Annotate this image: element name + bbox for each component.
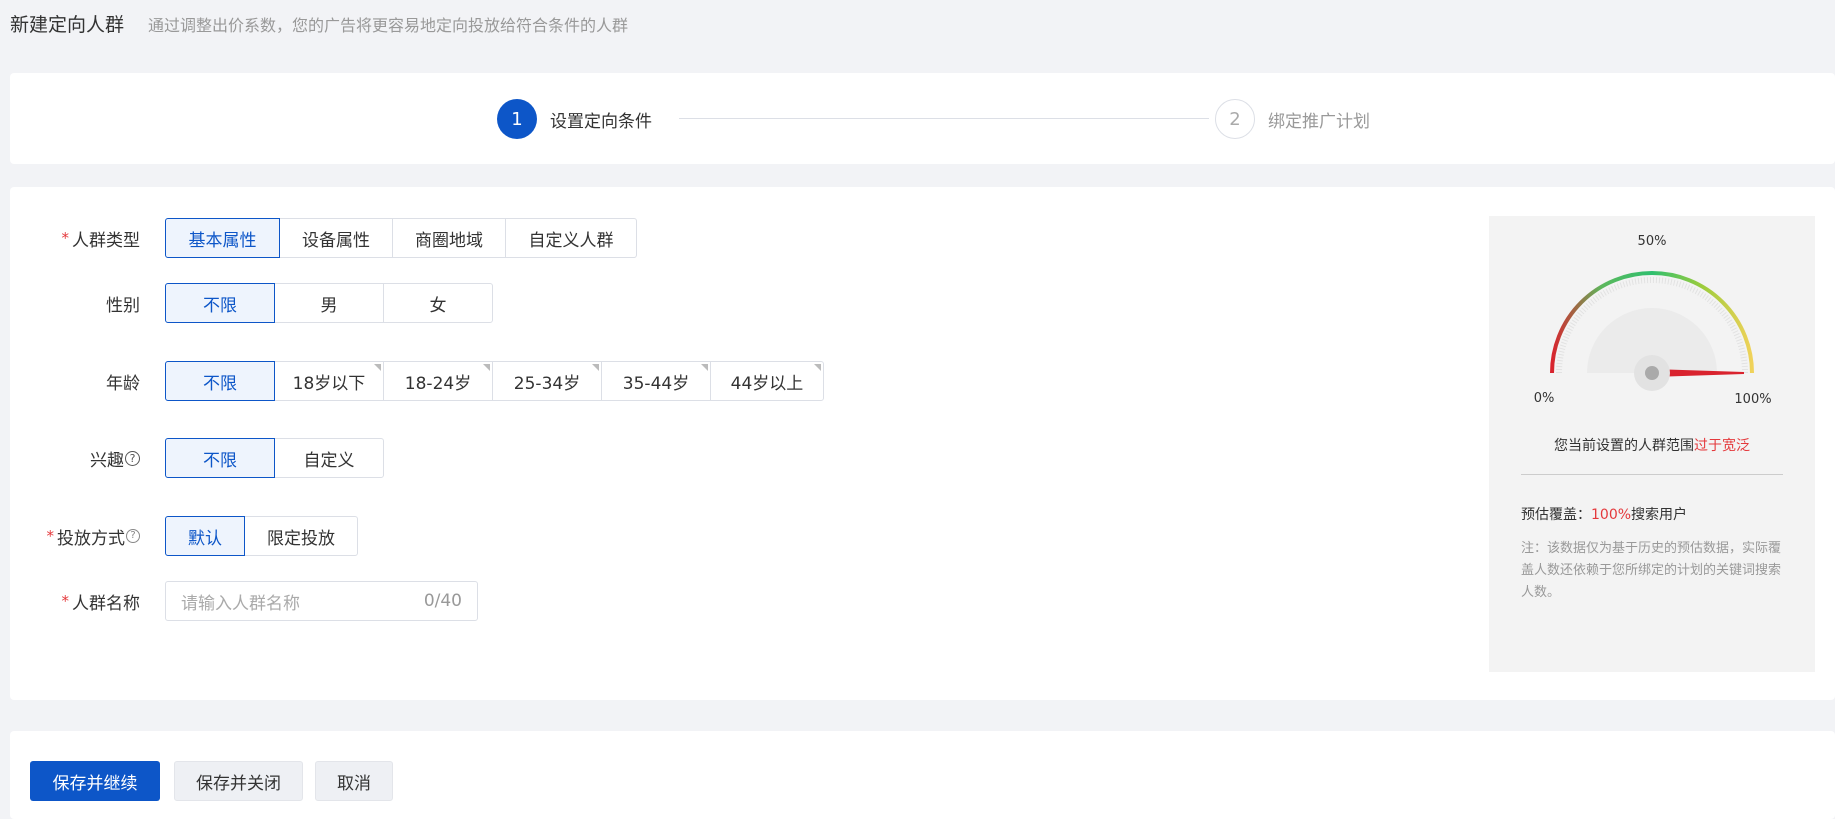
interest-label: 兴趣? [10, 446, 165, 471]
age-option-any[interactable]: 不限 [165, 361, 275, 401]
crowd-type-option-custom[interactable]: 自定义人群 [505, 218, 637, 258]
gender-label: 性别 [106, 295, 140, 316]
coverage-message: 您当前设置的人群范围过于宽泛 [1554, 438, 1750, 454]
save-continue-button[interactable]: 保存并继续 [30, 761, 160, 801]
coverage-gauge: 50% 0% 100% [1534, 234, 1772, 407]
age-label: 年龄 [106, 373, 140, 394]
name-label: * 人群名称 [61, 592, 141, 614]
corner-mark-icon [374, 364, 381, 371]
cancel-button[interactable]: 取消 [315, 761, 393, 801]
delivery-label: * 投放方式? [10, 524, 165, 549]
step-1-label: 设置定向条件 [550, 111, 652, 132]
panel-divider [1521, 474, 1783, 475]
interest-row: 兴趣? 不限 自定义 [10, 438, 384, 478]
action-bar: 保存并继续 保存并关闭 取消 [10, 731, 1835, 819]
step-connector-line [679, 118, 1209, 119]
delivery-option-default[interactable]: 默认 [165, 516, 245, 556]
crowd-type-options: 基本属性 设备属性 商圈地域 自定义人群 [165, 218, 637, 258]
gender-option-male[interactable]: 男 [274, 283, 384, 323]
gender-row: 性别 不限 男 女 [10, 283, 493, 323]
page-header: 新建定向人群 通过调整出价系数，您的广告将更容易地定向投放给符合条件的人群 [10, 10, 628, 36]
crowd-type-option-basic[interactable]: 基本属性 [165, 218, 280, 258]
corner-mark-icon [592, 364, 599, 371]
age-option-18-24[interactable]: 18-24岁 [383, 361, 493, 401]
interest-option-any[interactable]: 不限 [165, 438, 275, 478]
age-option-35-44[interactable]: 35-44岁 [601, 361, 711, 401]
coverage-panel: 50% 0% 100% 您当前设置的人群范围过于宽泛 预估覆盖：100%搜索用户… [1489, 216, 1815, 672]
gauge-mid-label: 50% [1638, 234, 1667, 249]
age-option-under-18[interactable]: 18岁以下 [274, 361, 384, 401]
crowd-type-option-region[interactable]: 商圈地域 [392, 218, 506, 258]
crowd-type-label: * 人群类型 [61, 229, 141, 251]
step-2-number: 2 [1215, 99, 1255, 139]
age-option-25-34[interactable]: 25-34岁 [492, 361, 602, 401]
crowd-name-input[interactable]: 请输入人群名称 0/40 [165, 581, 478, 621]
help-icon[interactable]: ? [125, 450, 140, 466]
step-1-number: 1 [497, 99, 537, 139]
help-icon[interactable]: ? [126, 529, 140, 543]
delivery-option-limited[interactable]: 限定投放 [244, 516, 358, 556]
name-row: * 人群名称 请输入人群名称 0/40 [10, 581, 478, 621]
coverage-percent: 100% [1591, 507, 1632, 523]
crowd-name-placeholder: 请输入人群名称 [181, 593, 300, 614]
crowd-type-row: * 人群类型 基本属性 设备属性 商圈地域 自定义人群 [10, 218, 637, 258]
gender-option-female[interactable]: 女 [383, 283, 493, 323]
gender-options: 不限 男 女 [165, 283, 493, 323]
gauge-hub-center [1645, 366, 1659, 380]
interest-option-custom[interactable]: 自定义 [274, 438, 384, 478]
age-option-over-44[interactable]: 44岁以上 [710, 361, 824, 401]
page-description: 通过调整出价系数，您的广告将更容易地定向投放给符合条件的人群 [148, 16, 629, 35]
page-title: 新建定向人群 [10, 14, 125, 36]
gauge-max-label: 100% [1734, 392, 1771, 407]
age-row: 年龄 不限 18岁以下 18-24岁 25-34岁 35-44岁 44岁以上 [10, 361, 824, 401]
coverage-warning: 过于宽泛 [1694, 438, 1750, 454]
step-1: 1 设置定向条件 [497, 99, 652, 139]
corner-mark-icon [701, 364, 708, 371]
crowd-type-option-device[interactable]: 设备属性 [279, 218, 393, 258]
gender-option-any[interactable]: 不限 [165, 283, 275, 323]
coverage-note: 注：该数据仅为基于历史的预估数据，实际覆盖人数还依赖于您所绑定的计划的关键词搜索… [1521, 541, 1782, 600]
interest-options: 不限 自定义 [165, 438, 384, 478]
delivery-row: * 投放方式? 默认 限定投放 [10, 516, 358, 556]
corner-mark-icon [483, 364, 490, 371]
save-close-button[interactable]: 保存并关闭 [174, 761, 303, 801]
steps-card: 1 设置定向条件 2 绑定推广计划 [10, 73, 1835, 164]
crowd-name-counter: 0/40 [423, 591, 462, 611]
required-mark: * [61, 592, 70, 610]
required-mark: * [61, 229, 70, 247]
coverage-estimate: 预估覆盖：100%搜索用户 [1521, 507, 1688, 523]
corner-mark-icon [814, 364, 821, 371]
step-2: 2 绑定推广计划 [1215, 99, 1370, 139]
step-2-label: 绑定推广计划 [1268, 111, 1370, 132]
age-options: 不限 18岁以下 18-24岁 25-34岁 35-44岁 44岁以上 [165, 361, 824, 401]
delivery-options: 默认 限定投放 [165, 516, 358, 556]
required-mark: * [46, 527, 55, 545]
gauge-min-label: 0% [1534, 391, 1555, 406]
